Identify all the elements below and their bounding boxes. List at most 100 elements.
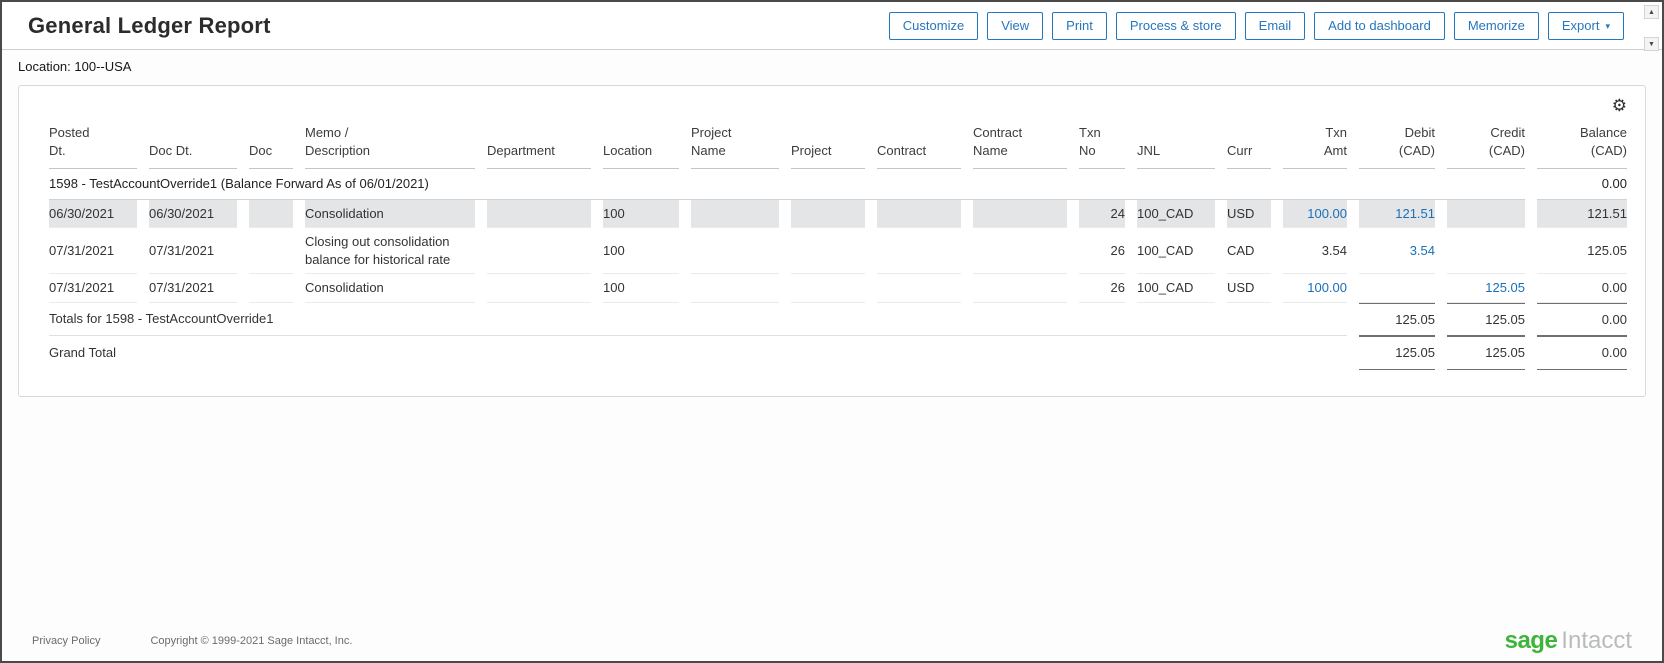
column-header-project: Project bbox=[791, 120, 865, 169]
cell-doc bbox=[249, 274, 293, 303]
cell-project-name bbox=[691, 200, 779, 229]
cell-department bbox=[487, 274, 591, 303]
cell-location: 100 bbox=[603, 274, 679, 303]
cell-doc-dt: 07/31/2021 bbox=[149, 228, 237, 274]
column-header-curr: Curr bbox=[1227, 120, 1271, 169]
total-debit-value: 125.05 bbox=[1359, 303, 1435, 337]
account-group-row: 1598 - TestAccountOverride1 (Balance For… bbox=[49, 169, 1627, 200]
cell-curr: CAD bbox=[1227, 228, 1271, 274]
cell-posted-dt: 07/31/2021 bbox=[49, 274, 137, 303]
logo-sage-text: sage bbox=[1505, 627, 1558, 654]
table-header-row: PostedDt.Doc Dt. Doc Memo /DescriptionDepa… bbox=[49, 120, 1627, 169]
report-table: PostedDt.Doc Dt. Doc Memo /DescriptionDepa… bbox=[37, 120, 1639, 370]
export-button-label: Export bbox=[1562, 18, 1600, 33]
privacy-policy-link[interactable]: Privacy Policy bbox=[32, 635, 100, 647]
account-totals-row: Totals for 1598 - TestAccountOverride1 12… bbox=[49, 303, 1627, 337]
cell-project-name bbox=[691, 274, 779, 303]
customize-button[interactable]: Customize bbox=[889, 12, 978, 40]
cell-curr: USD bbox=[1227, 274, 1271, 303]
add-to-dashboard-button[interactable]: Add to dashboard bbox=[1314, 12, 1445, 40]
customize-button-label: Customize bbox=[903, 18, 964, 33]
cell-doc bbox=[249, 228, 293, 274]
logo-intacct-text: Intacct bbox=[1561, 627, 1632, 654]
column-header-balance-cad: Balance(CAD) bbox=[1537, 120, 1627, 169]
cell-jnl: 100_CAD bbox=[1137, 228, 1215, 274]
page-footer: Privacy Policy Copyright © 1999-2021 Sag… bbox=[2, 629, 1662, 653]
scroll-up-icon[interactable]: ▲ bbox=[1644, 5, 1659, 19]
cell-doc-dt: 07/31/2021 bbox=[149, 274, 237, 303]
column-header-txn-amt: TxnAmt bbox=[1283, 120, 1347, 169]
email-button-label: Email bbox=[1259, 18, 1292, 33]
total-balance-value: 0.00 bbox=[1537, 303, 1627, 337]
view-button[interactable]: View bbox=[987, 12, 1043, 40]
app-window: General Ledger Report CustomizeViewPrint… bbox=[0, 0, 1664, 663]
cell-contract-name bbox=[973, 228, 1067, 274]
cell-project bbox=[791, 200, 865, 229]
total-label: Totals for 1598 - TestAccountOverride1 bbox=[49, 303, 1347, 337]
balance-forward-value: 0.00 bbox=[1537, 169, 1627, 200]
drilldown-link[interactable]: 125.05 bbox=[1485, 280, 1525, 295]
cell-credit-cad bbox=[1447, 200, 1525, 229]
column-header-doc: Doc bbox=[249, 120, 293, 169]
memorize-button[interactable]: Memorize bbox=[1454, 12, 1539, 40]
cell-debit-cad bbox=[1359, 274, 1435, 303]
export-caret-down-icon: ▾ bbox=[1605, 22, 1610, 31]
total-credit-value: 125.05 bbox=[1447, 336, 1525, 370]
ledger-entry-row[interactable]: 06/30/202106/30/2021Consolidation1002410… bbox=[49, 200, 1627, 229]
location-filter-label: Location: 100--USA bbox=[2, 50, 1662, 79]
email-button[interactable]: Email bbox=[1245, 12, 1306, 40]
cell-debit-cad[interactable]: 121.51 bbox=[1359, 200, 1435, 229]
drilldown-link[interactable]: 3.54 bbox=[1410, 243, 1435, 258]
column-header-department: Department bbox=[487, 120, 591, 169]
cell-txn-amt[interactable]: 100.00 bbox=[1283, 200, 1347, 229]
cell-contract-name bbox=[973, 200, 1067, 229]
cell-credit-cad bbox=[1447, 228, 1525, 274]
account-group-label: 1598 - TestAccountOverride1 (Balance For… bbox=[49, 169, 1525, 200]
cell-balance-cad: 0.00 bbox=[1537, 274, 1627, 303]
total-label: Grand Total bbox=[49, 336, 1347, 370]
cell-credit-cad[interactable]: 125.05 bbox=[1447, 274, 1525, 303]
process-and-store-button-label: Process & store bbox=[1130, 18, 1222, 33]
cell-txn-amt[interactable]: 100.00 bbox=[1283, 274, 1347, 303]
cell-location: 100 bbox=[603, 228, 679, 274]
grand-total-row: Grand Total125.05125.050.00 bbox=[49, 336, 1627, 370]
cell-balance-cad: 125.05 bbox=[1537, 228, 1627, 274]
cell-location: 100 bbox=[603, 200, 679, 229]
cell-contract bbox=[877, 274, 961, 303]
gear-icon[interactable]: ⚙ bbox=[1610, 94, 1629, 118]
cell-project bbox=[791, 228, 865, 274]
drilldown-link[interactable]: 100.00 bbox=[1307, 280, 1347, 295]
cell-debit-cad[interactable]: 3.54 bbox=[1359, 228, 1435, 274]
cell-project bbox=[791, 274, 865, 303]
view-button-label: View bbox=[1001, 18, 1029, 33]
cell-curr: USD bbox=[1227, 200, 1271, 229]
column-header-jnl: JNL bbox=[1137, 120, 1215, 169]
drilldown-link[interactable]: 100.00 bbox=[1307, 206, 1347, 221]
column-header-memo-description: Memo /Description bbox=[305, 120, 475, 169]
cell-txn-no: 26 bbox=[1079, 228, 1125, 274]
cell-contract bbox=[877, 200, 961, 229]
ledger-entry-row[interactable]: 07/31/202107/31/2021Consolidation1002610… bbox=[49, 274, 1627, 303]
cell-jnl: 100_CAD bbox=[1137, 200, 1215, 229]
add-to-dashboard-button-label: Add to dashboard bbox=[1328, 18, 1431, 33]
export-button[interactable]: Export ▾ bbox=[1548, 12, 1624, 40]
process-and-store-button[interactable]: Process & store bbox=[1116, 12, 1236, 40]
top-bar: General Ledger Report CustomizeViewPrint… bbox=[2, 2, 1662, 50]
drilldown-link[interactable]: 121.51 bbox=[1395, 206, 1435, 221]
cell-jnl: 100_CAD bbox=[1137, 274, 1215, 303]
column-header-txn-no: TxnNo bbox=[1079, 120, 1125, 169]
scroll-down-icon[interactable]: ▼ bbox=[1644, 37, 1659, 51]
total-balance-value: 0.00 bbox=[1537, 336, 1627, 370]
vertical-scrollbar[interactable]: ▲ ▼ bbox=[1644, 5, 1659, 51]
ledger-entry-row[interactable]: 07/31/202107/31/2021Closing out consolid… bbox=[49, 228, 1627, 274]
cell-department bbox=[487, 200, 591, 229]
column-header-location: Location bbox=[603, 120, 679, 169]
cell-contract bbox=[877, 228, 961, 274]
cell-memo-description: Consolidation bbox=[305, 200, 475, 229]
print-button[interactable]: Print bbox=[1052, 12, 1107, 40]
column-header-posted-dt: PostedDt. bbox=[49, 120, 137, 169]
total-credit-value: 125.05 bbox=[1447, 303, 1525, 337]
cell-txn-no: 26 bbox=[1079, 274, 1125, 303]
sage-intacct-logo: sageIntacct bbox=[1505, 629, 1632, 653]
column-header-doc-dt: Doc Dt. bbox=[149, 120, 237, 169]
